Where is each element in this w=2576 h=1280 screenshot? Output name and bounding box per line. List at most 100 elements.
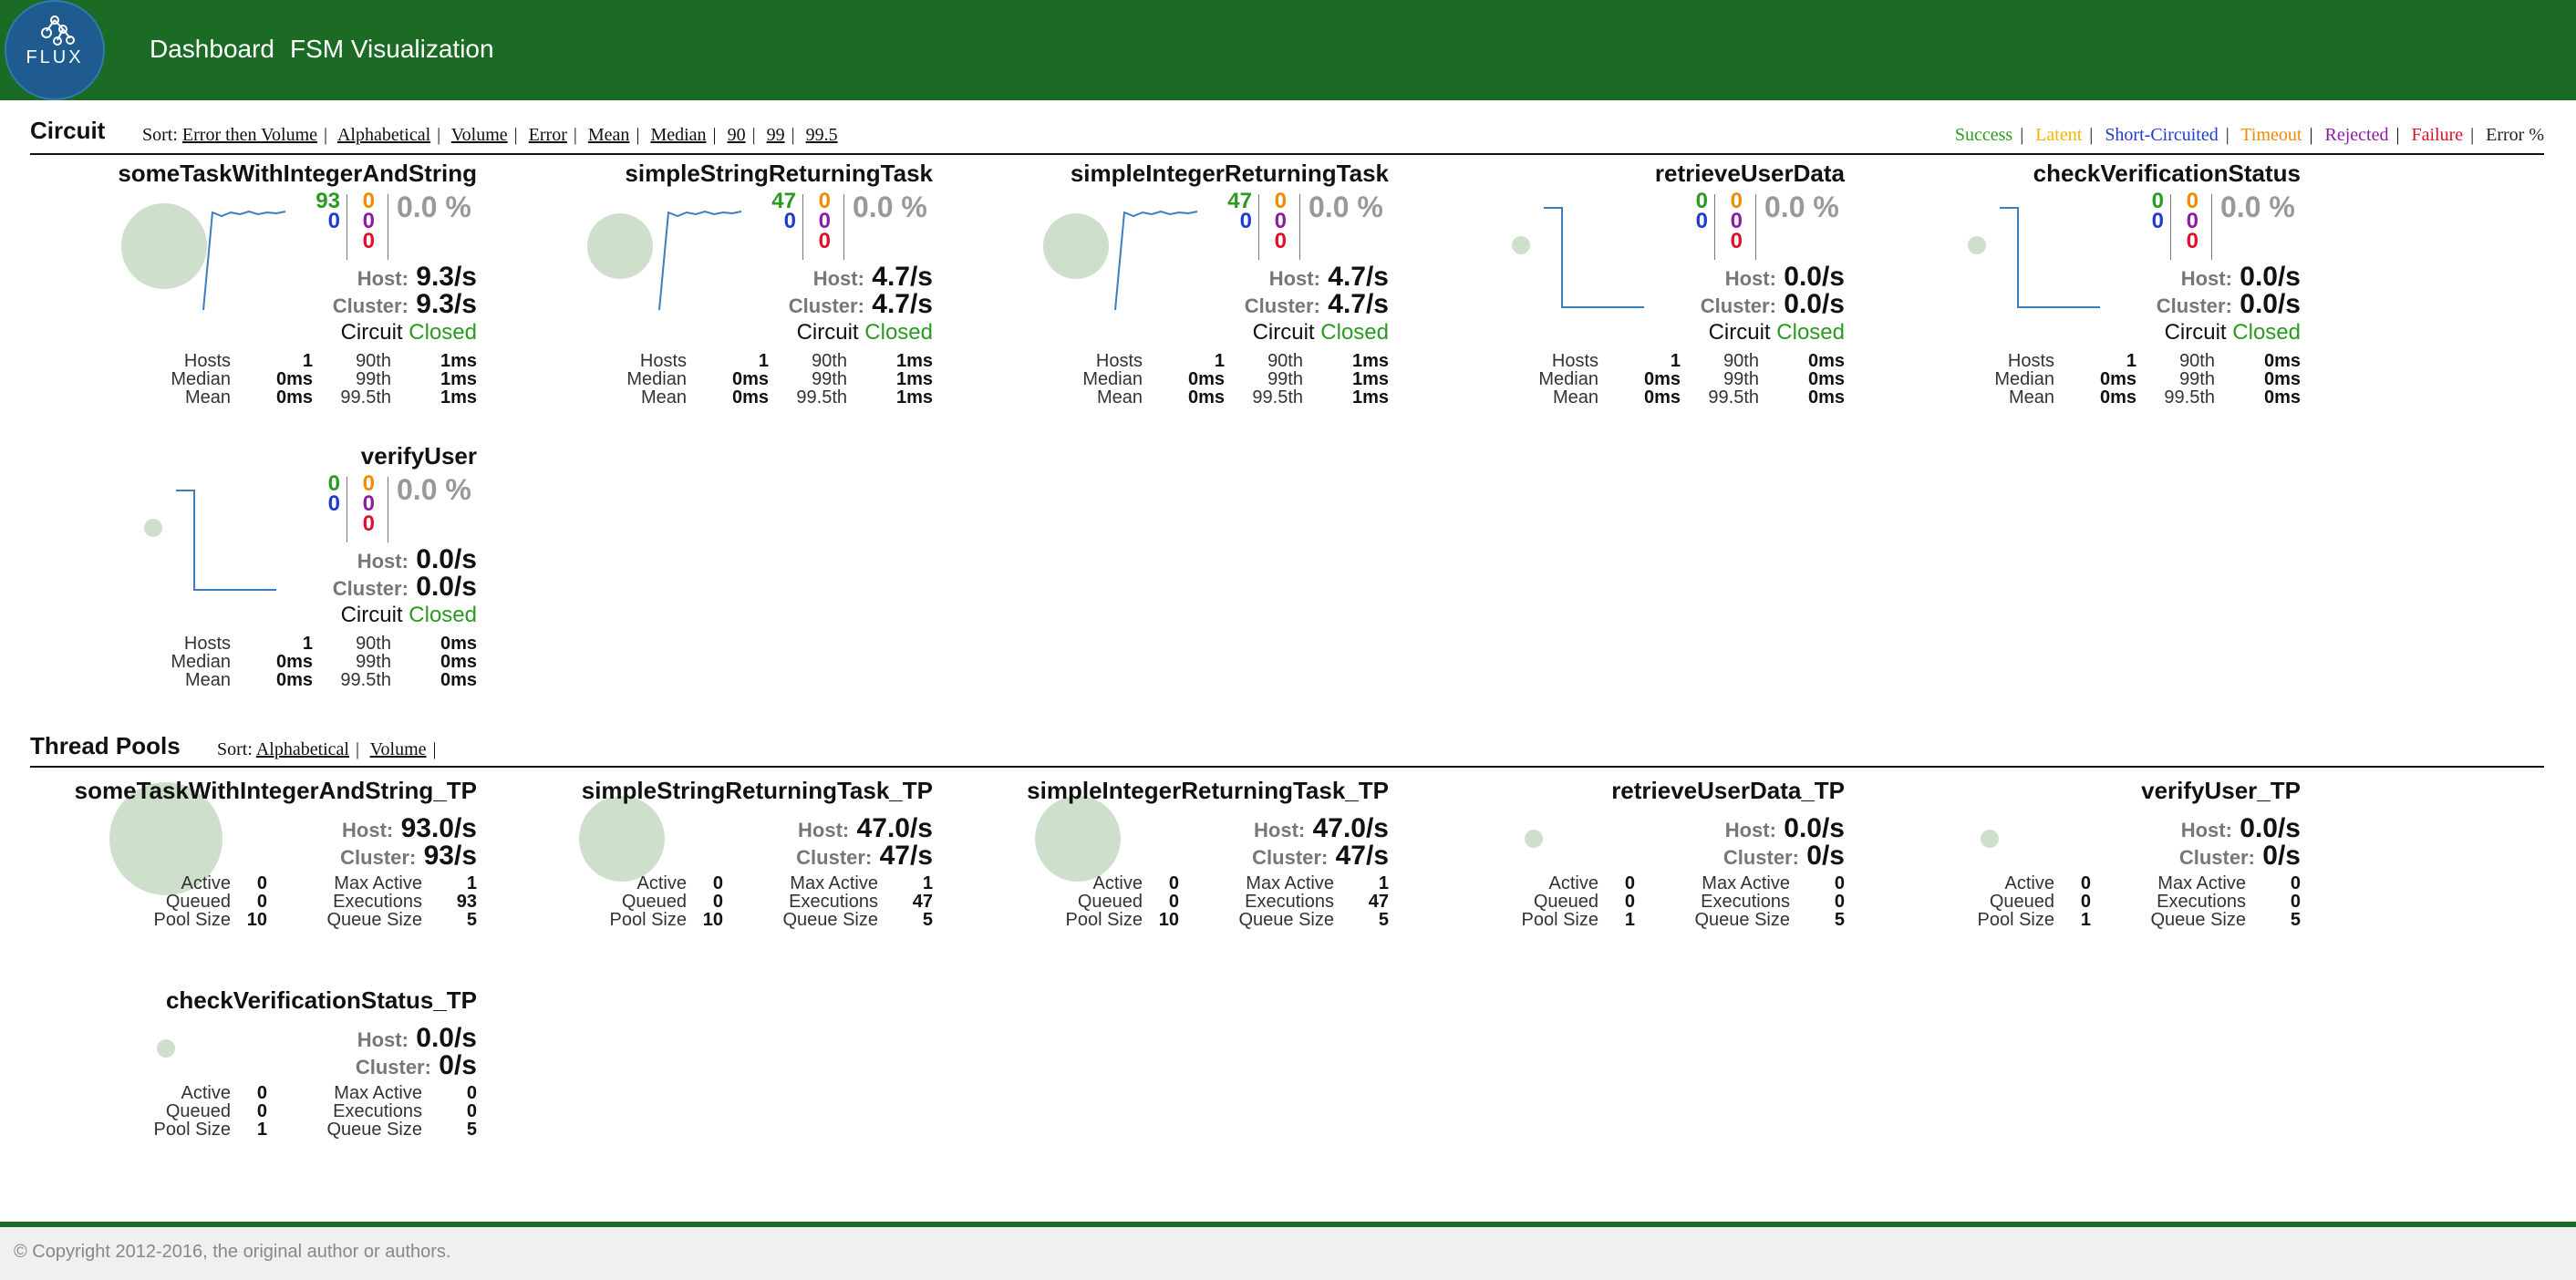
thread-pool-card: verifyUser_TP Host: 0.0/s Cluster: 0/s A… — [1872, 777, 2302, 941]
latency-stats: Hosts 1 Median 0ms Mean 0ms 90th 0ms 99t… — [94, 634, 477, 690]
p995-label: 99.5th — [1708, 387, 1759, 408]
nav-dashboard[interactable]: Dashboard — [150, 35, 274, 64]
sort-median[interactable]: Median — [650, 125, 706, 145]
pool-size-value: 1 — [256, 1120, 267, 1140]
pool-stats: Active 0 Queued 0 Pool Size 1 Max Active… — [1872, 873, 2302, 930]
host-rate: Host: 4.7/s — [812, 262, 933, 292]
sort-error[interactable]: Error — [529, 125, 567, 145]
circuit-card: checkVerificationStatus 0 0 0 0 0 0.0 % … — [1918, 160, 2301, 433]
sparkline — [658, 210, 742, 311]
p995-label: 99.5th — [1252, 387, 1303, 408]
thread-pool-name: simpleIntegerReturningTask_TP — [1027, 777, 1389, 804]
failure-count: 0 — [818, 229, 831, 253]
p995-value: 0ms — [2263, 387, 2301, 408]
circuit-card: retrieveUserData 0 0 0 0 0 0.0 % Host: 0… — [1462, 160, 1845, 433]
volume-circle — [1981, 830, 1999, 848]
legend-error-pct: Error % — [2486, 125, 2544, 145]
volume-circle — [1525, 830, 1543, 848]
host-rate: Host: 0.0/s — [357, 1023, 477, 1053]
cluster-rate: Cluster: 0/s — [1723, 841, 1845, 871]
tp-sort-volume[interactable]: Volume — [370, 739, 427, 759]
pool-size-label: Pool Size — [1977, 910, 2055, 930]
latency-stats: Hosts 1 Median 0ms Mean 0ms 90th 0ms 99t… — [1462, 351, 1845, 408]
circuit-status: Circuit Closed — [1708, 320, 1845, 345]
host-rate: Host: 93.0/s — [342, 813, 477, 843]
queue-size-label: Queue Size — [1694, 910, 1790, 930]
thread-pool-name: simpleStringReturningTask_TP — [581, 777, 933, 804]
latency-stats: Hosts 1 Median 0ms Mean 0ms 90th 1ms 99t… — [94, 351, 477, 408]
thread-pool-sort-bar: Sort: Alphabetical | Volume | — [217, 739, 437, 759]
thread-pools-section-rule — [30, 766, 2544, 768]
failure-count: 0 — [1730, 229, 1743, 253]
host-rate: Host: 0.0/s — [357, 544, 477, 574]
circuit-card: simpleStringReturningTask 47 0 0 0 0 0.0… — [550, 160, 933, 433]
queue-size-label: Queue Size — [1238, 910, 1334, 930]
flux-logo[interactable]: FLUX — [5, 0, 105, 100]
mean-label: Mean — [184, 670, 231, 690]
sort-99[interactable]: 99 — [767, 125, 785, 145]
circuit-section-rule — [30, 153, 2544, 155]
error-percentage: 0.0 % — [2220, 191, 2295, 223]
p995-label: 99.5th — [2164, 387, 2215, 408]
thread-pool-body: retrieveUserData_TP Host: 0.0/s Cluster:… — [1416, 777, 1846, 941]
pool-stats: Active 0 Queued 0 Pool Size 1 Max Active… — [1416, 873, 1846, 930]
failure-count: 0 — [1274, 229, 1287, 253]
host-rate: Host: 0.0/s — [1724, 813, 1845, 843]
mean-value: 0ms — [731, 387, 769, 408]
circuit-status: Circuit Closed — [340, 320, 477, 345]
queue-size-label: Queue Size — [326, 910, 422, 930]
sort-volume[interactable]: Volume — [451, 125, 508, 145]
cluster-rate: Cluster: 47/s — [1252, 841, 1389, 871]
host-rate: Host: 9.3/s — [357, 262, 477, 292]
sort-90[interactable]: 90 — [728, 125, 746, 145]
short-circuited-count: 0 — [2151, 209, 2164, 233]
pool-size-value: 10 — [246, 910, 267, 930]
legend-latent: Latent — [2035, 125, 2083, 145]
nav-fsm-visualization[interactable]: FSM Visualization — [290, 35, 494, 64]
error-percentage: 0.0 % — [397, 191, 471, 223]
mean-label: Mean — [1096, 387, 1143, 408]
circuit-card: verifyUser 0 0 0 0 0 0.0 % Host: 0.0/s C… — [94, 442, 477, 716]
cluster-rate: Cluster: 4.7/s — [1244, 289, 1389, 319]
thread-pool-body: simpleStringReturningTask_TP Host: 47.0/… — [504, 777, 933, 941]
logo-text: FLUX — [26, 47, 84, 67]
short-circuited-count: 0 — [783, 209, 796, 233]
count-divider — [2211, 194, 2212, 260]
sort-alphabetical[interactable]: Alphabetical — [337, 125, 430, 145]
thread-pool-body: someTaskWithIntegerAndString_TP Host: 93… — [48, 777, 477, 941]
error-percentage: 0.0 % — [397, 473, 471, 506]
mean-value: 0ms — [1187, 387, 1225, 408]
host-rate: Host: 47.0/s — [1254, 813, 1389, 843]
p995-label: 99.5th — [340, 670, 391, 690]
p995-value: 1ms — [895, 387, 933, 408]
thread-pool-card: someTaskWithIntegerAndString_TP Host: 93… — [48, 777, 477, 941]
pool-size-value: 1 — [1624, 910, 1635, 930]
error-percentage: 0.0 % — [853, 191, 927, 223]
queue-size-label: Queue Size — [326, 1120, 422, 1140]
sort-99-5[interactable]: 99.5 — [806, 125, 838, 145]
sort-error-then-volume[interactable]: Error then Volume — [182, 125, 317, 145]
cluster-rate: Cluster: 0/s — [2178, 841, 2301, 871]
circuit-sort-bar: Sort: Error then Volume | Alphabetical | V… — [142, 125, 838, 145]
cluster-rate: Cluster: 0.0/s — [1700, 289, 1845, 319]
sparkline — [1114, 210, 1198, 311]
cluster-rate: Cluster: 4.7/s — [788, 289, 933, 319]
circuit-card: simpleIntegerReturningTask 47 0 0 0 0 0.… — [1006, 160, 1389, 433]
sparkline — [176, 490, 276, 591]
failure-count: 0 — [2186, 229, 2198, 253]
tp-sort-alphabetical[interactable]: Alphabetical — [256, 739, 349, 759]
sort-mean[interactable]: Mean — [588, 125, 630, 145]
pool-size-value: 1 — [2080, 910, 2091, 930]
pool-stats: Active 0 Queued 0 Pool Size 10 Max Activ… — [504, 873, 934, 930]
cluster-rate: Cluster: 9.3/s — [332, 289, 477, 319]
error-percentage: 0.0 % — [1309, 191, 1383, 223]
count-divider — [1755, 194, 1756, 260]
thread-pool-name: verifyUser_TP — [2141, 777, 2301, 804]
pool-size-label: Pool Size — [1065, 910, 1143, 930]
pool-stats: Active 0 Queued 0 Pool Size 10 Max Activ… — [960, 873, 1390, 930]
short-circuited-count: 0 — [1695, 209, 1708, 233]
cluster-rate: Cluster: 47/s — [796, 841, 933, 871]
legend-failure: Failure — [2411, 125, 2464, 145]
thread-pool-body: checkVerificationStatus_TP Host: 0.0/s C… — [48, 986, 478, 1151]
legend-timeout: Timeout — [2240, 125, 2302, 145]
